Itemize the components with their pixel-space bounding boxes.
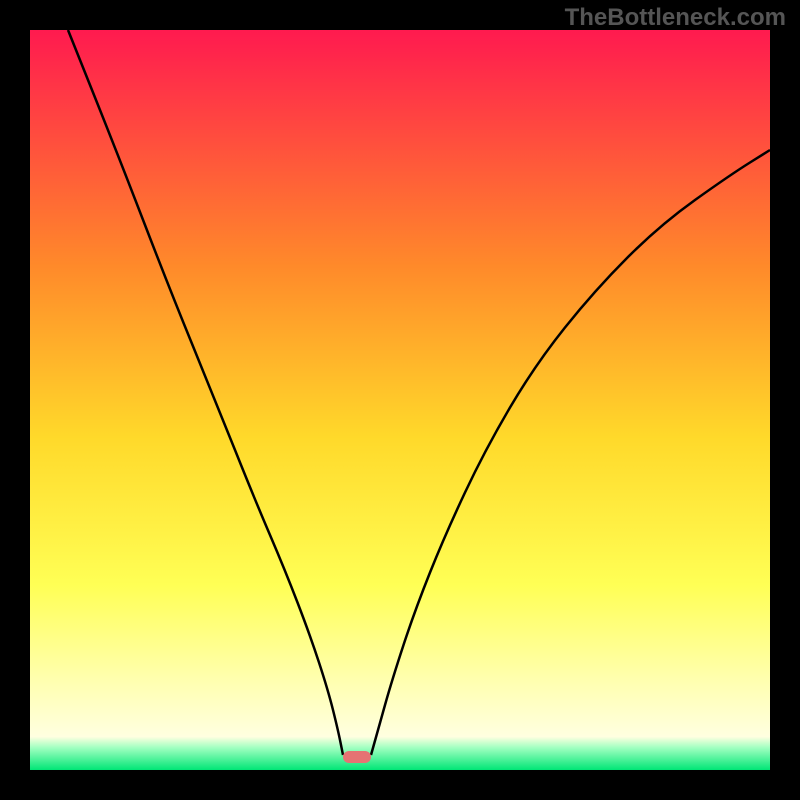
watermark-text: TheBottleneck.com — [565, 4, 786, 32]
chart-container: TheBottleneck.com — [0, 0, 800, 800]
bottleneck-chart — [0, 0, 800, 800]
curve-minimum-marker — [343, 751, 371, 763]
